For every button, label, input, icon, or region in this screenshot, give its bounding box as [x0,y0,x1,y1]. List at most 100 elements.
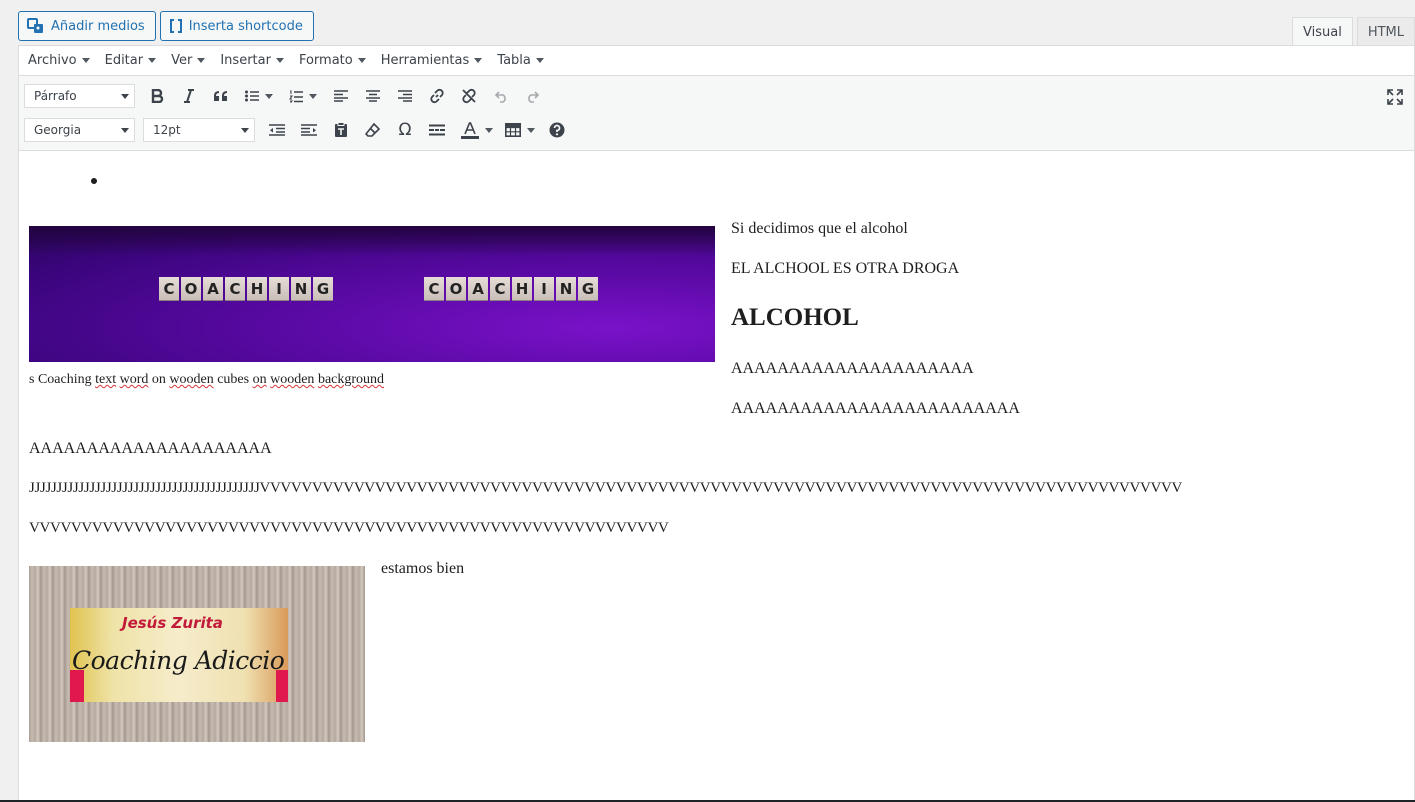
menu-label: Ver [171,53,193,68]
cube-letter: C [424,277,444,300]
menu-formato[interactable]: Formato [299,53,366,68]
media-icon [27,18,43,33]
help-icon [549,122,565,138]
help-button[interactable] [543,117,571,143]
image-caption: s Coaching text word on wooden cubes on … [29,372,384,388]
caret-down-icon [357,58,366,63]
logo-subtitle: Coaching Adiccio [72,646,285,675]
caret-down-icon [265,93,273,99]
caret-down-icon [121,127,129,133]
indent-button[interactable] [295,117,323,143]
undo-button[interactable] [487,83,515,109]
table-icon [505,123,521,137]
menu-label: Herramientas [380,53,470,68]
tab-html[interactable]: HTML [1356,17,1415,46]
clear-formatting-icon [365,122,381,137]
font-size-value: 12pt [153,123,181,137]
insert-shortcode-label: Inserta shortcode [188,18,303,34]
paragraph-a1: AAAAAAAAAAAAAAAAAAAAA [731,360,974,377]
paragraph-alcohol-intro: Si decidimos que el alcohol [731,220,908,237]
menu-label: Tabla [497,53,531,68]
toolbar-row-2: Georgia 12pt Ω [24,117,575,143]
font-family-select[interactable]: Georgia [24,118,135,142]
blockquote-icon [214,91,227,101]
menu-insertar[interactable]: Insertar [220,53,284,68]
text-color-button[interactable] [455,117,495,143]
table-button[interactable] [499,117,539,143]
caret-down-icon [121,93,129,99]
cube-letter: G [578,277,598,300]
cube-letter: A [203,277,223,300]
add-media-button[interactable]: Añadir medios [18,11,156,41]
undo-icon [494,91,506,103]
coaching-cubes-image[interactable]: C O A C H I N G C O A C H I N G [29,226,715,362]
caption-misspelled-word: wooden [169,372,214,387]
align-center-icon [366,90,380,102]
caret-down-icon [535,58,544,63]
caret-down-icon [81,58,90,63]
format-select[interactable]: Párrafo [24,84,135,108]
numbered-list-button[interactable] [283,83,323,109]
editor-content[interactable]: C O A C H I N G C O A C H I N G s Coachi… [19,152,1414,802]
caret-down-icon [241,127,249,133]
cube-letter: I [534,277,554,300]
cube-group-right: C O A C H I N G [424,277,598,300]
special-character-icon: Ω [398,120,412,140]
link-icon [430,88,444,104]
align-right-icon [398,90,412,102]
logo-title: Jesús Zurita [122,614,223,632]
paragraph-estamos: estamos bien [381,560,465,577]
horizontal-line-button[interactable] [423,117,451,143]
outdent-button[interactable] [263,117,291,143]
font-family-value: Georgia [34,123,82,137]
caret-down-icon [474,58,483,63]
clear-formatting-button[interactable] [359,117,387,143]
cube-letter: I [269,277,289,300]
menu-tabla[interactable]: Tabla [497,53,544,68]
caption-text: on [148,372,170,387]
bullet-list-button[interactable] [239,83,279,109]
align-left-button[interactable] [327,83,355,109]
menu-editar[interactable]: Editar [105,53,157,68]
redo-button[interactable] [519,83,547,109]
caption-misspelled-word: on [252,372,267,387]
menu-ver[interactable]: Ver [171,53,206,68]
menu-label: Insertar [220,53,271,68]
caption-misspelled-word: wooden [270,372,315,387]
special-character-button[interactable]: Ω [391,117,419,143]
cube-group-left: C O A C H I N G [159,277,333,300]
caret-down-icon [485,127,493,133]
tab-visual[interactable]: Visual [1292,17,1353,47]
cube-letter: C [490,277,510,300]
align-right-button[interactable] [391,83,419,109]
cube-letter: N [556,277,576,300]
paragraph-a2: AAAAAAAAAAAAAAAAAAAAAAAAA [731,400,1020,417]
editor-tabs: Visual HTML [1292,17,1415,47]
bold-button[interactable] [143,83,171,109]
insert-shortcode-button[interactable]: Inserta shortcode [159,11,314,41]
italic-button[interactable] [175,83,203,109]
cube-letter: H [247,277,267,300]
heading-alcohol: ALCOHOL [731,304,859,331]
link-button[interactable] [423,83,451,109]
paste-text-button[interactable] [327,117,355,143]
menu-label: Formato [298,53,353,68]
fullscreen-button[interactable] [1382,84,1408,110]
caret-down-icon [309,93,317,99]
format-select-value: Párrafo [34,89,77,103]
unlink-button[interactable] [455,83,483,109]
paragraph-a3: AAAAAAAAAAAAAAAAAAAAA [29,440,272,457]
cube-letter: N [291,277,311,300]
menu-herramientas[interactable]: Herramientas [381,53,483,68]
caret-down-icon [148,58,157,63]
bold-icon [151,89,164,103]
font-size-select[interactable]: 12pt [143,118,255,142]
indent-icon [301,124,317,136]
align-center-button[interactable] [359,83,387,109]
menu-archivo[interactable]: Archivo [28,53,90,68]
align-left-icon [334,90,348,102]
toolbar: Párrafo Georgia 12pt Ω [19,76,1414,151]
horizontal-line-icon [429,124,445,136]
jesus-zurita-image[interactable]: Jesús Zurita Coaching Adiccio [29,566,365,742]
blockquote-button[interactable] [207,83,235,109]
